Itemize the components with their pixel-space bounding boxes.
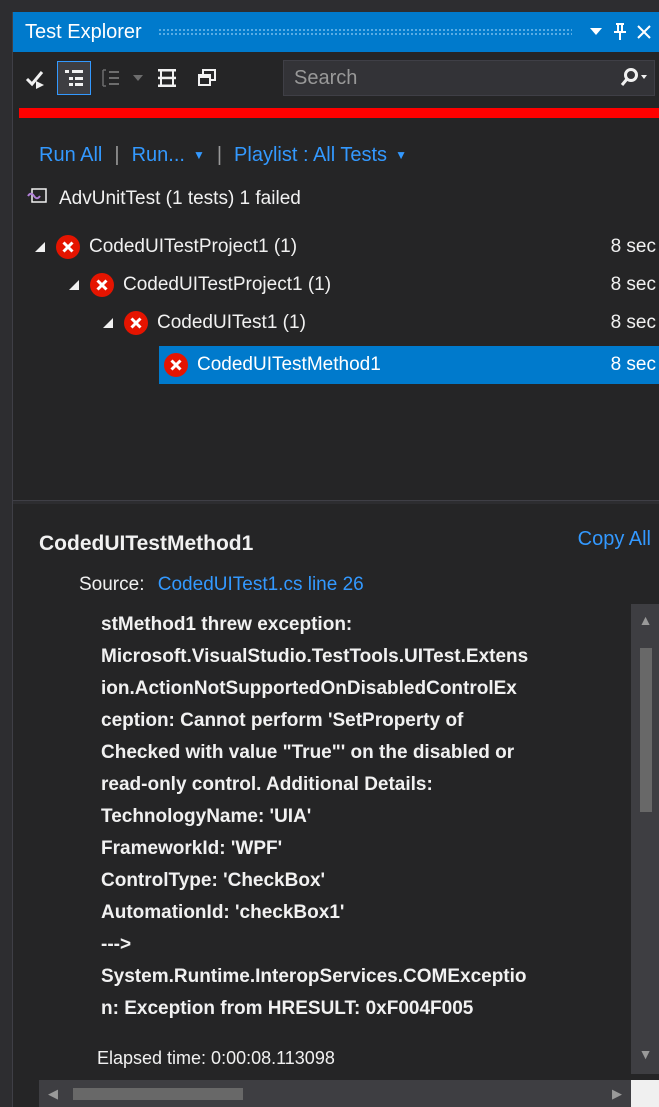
message-line: ion.ActionNotSupportedOnDisabledControlE… [101, 678, 517, 699]
message-line: n: Exception from HRESULT: 0xF004F005 [101, 998, 474, 1019]
vertical-scrollbar[interactable]: ▲ ▼ [631, 604, 659, 1074]
failed-icon [124, 311, 148, 335]
expanded-arrow-icon[interactable] [101, 316, 115, 330]
test-summary: AdvUnitTest (1 tests) 1 failed [27, 182, 301, 216]
run-menu[interactable]: Run... ▼ [132, 144, 205, 167]
tree-item-label: CodedUITestMethod1 [197, 354, 381, 375]
failed-icon [90, 273, 114, 297]
scrollbar-corner [631, 1080, 659, 1107]
failed-icon [56, 235, 80, 259]
tree-row-selected[interactable]: CodedUITestMethod1 8 sec [159, 346, 659, 384]
elapsed-time: Elapsed time: 0:00:08.113098 [97, 1048, 335, 1068]
message-line: AutomationId: 'checkBox1' [101, 902, 345, 923]
scroll-up-icon[interactable]: ▲ [631, 606, 659, 634]
expanded-arrow-icon[interactable] [33, 240, 47, 254]
search-icon[interactable] [614, 60, 654, 96]
expanded-arrow-icon[interactable] [67, 278, 81, 292]
run-menu-label: Run... [131, 143, 185, 166]
test-explorer-window: Test Explorer Search Run All | Run... ▼ … [12, 12, 659, 1107]
group-by-icon[interactable] [57, 61, 91, 95]
search-input[interactable]: Search [284, 67, 614, 90]
source-label: Source: [79, 574, 145, 595]
test-status-bar [19, 108, 659, 118]
message-line: ception: Cannot perform 'SetProperty of [101, 710, 464, 731]
title-bar[interactable]: Test Explorer [13, 12, 659, 52]
project-icon [27, 188, 47, 210]
scroll-left-icon[interactable]: ◀ [41, 1080, 65, 1107]
toolbar: Search [13, 56, 659, 100]
run-tests-after-build-icon[interactable] [17, 60, 53, 96]
scroll-thumb[interactable] [640, 648, 652, 812]
separator: | [216, 143, 223, 166]
message-line: FrameworkId: 'WPF' [101, 838, 283, 859]
message-line: Microsoft.VisualStudio.TestTools.UITest.… [101, 646, 529, 667]
source-link[interactable]: CodedUITest1.cs line 26 [158, 574, 364, 595]
error-message[interactable]: y stMethod1 threw exception: Microsoft.V… [13, 608, 631, 1074]
outline-dropdown-icon[interactable] [131, 60, 145, 96]
tree-item-duration: 8 sec [610, 354, 656, 375]
tree-item-label: CodedUITest1 (1) [157, 312, 306, 333]
scroll-thumb[interactable] [73, 1088, 243, 1100]
close-icon[interactable] [632, 12, 656, 52]
detail-title: CodedUITestMethod1 [39, 532, 254, 555]
message-line: stMethod1 threw exception: [101, 614, 353, 635]
playlist-menu[interactable]: Playlist : All Tests ▼ [234, 144, 407, 167]
dropdown-icon[interactable] [584, 12, 608, 52]
chevron-down-icon: ▼ [192, 148, 205, 163]
tree-row[interactable]: CodedUITestProject1 (1) 8 sec [13, 228, 659, 266]
message-line: System.Runtime.InteropServices.COMExcept… [101, 966, 527, 987]
tree-item-duration: 8 sec [610, 274, 656, 295]
tree-row[interactable]: CodedUITest1 (1) 8 sec [13, 304, 659, 342]
message-line: ControlType: 'CheckBox' [101, 870, 326, 891]
copy-all-link[interactable]: Copy All [578, 528, 651, 551]
scroll-right-icon[interactable]: ▶ [605, 1080, 629, 1107]
title-grip[interactable] [157, 28, 572, 36]
pane-splitter[interactable] [13, 500, 659, 504]
tree-item-label: CodedUITestProject1 (1) [89, 236, 298, 257]
playlist-label: Playlist : All Tests [234, 143, 388, 166]
outline-icon[interactable] [95, 60, 131, 96]
tree-item-duration: 8 sec [610, 236, 656, 257]
tree-item-duration: 8 sec [610, 312, 656, 333]
separator: | [114, 143, 120, 166]
tree-item-label: CodedUITestProject1 (1) [123, 274, 332, 295]
expand-collapse-icon[interactable] [149, 60, 185, 96]
message-line: Checked with value "True"' on the disabl… [101, 742, 515, 763]
scroll-down-icon[interactable]: ▼ [631, 1040, 659, 1068]
window-title: Test Explorer [25, 20, 142, 43]
message-line: ---> [101, 934, 132, 955]
message-line: read-only control. Additional Details: [101, 774, 433, 795]
search-box[interactable]: Search [283, 60, 655, 96]
tree-row[interactable]: CodedUITestProject1 (1) 8 sec [13, 266, 659, 304]
source-row: Source: CodedUITest1.cs line 26 [79, 574, 364, 596]
options-icon[interactable] [189, 60, 225, 96]
run-all-link[interactable]: Run All [39, 144, 102, 167]
pin-icon[interactable] [608, 12, 632, 52]
summary-text: AdvUnitTest (1 tests) 1 failed [59, 188, 301, 209]
chevron-down-icon: ▼ [395, 148, 407, 163]
action-row: Run All | Run... ▼ | Playlist : All Tests… [39, 138, 407, 172]
message-line: TechnologyName: 'UIA' [101, 806, 312, 827]
horizontal-scrollbar[interactable]: ◀ ▶ [39, 1080, 631, 1107]
failed-icon [164, 353, 188, 377]
